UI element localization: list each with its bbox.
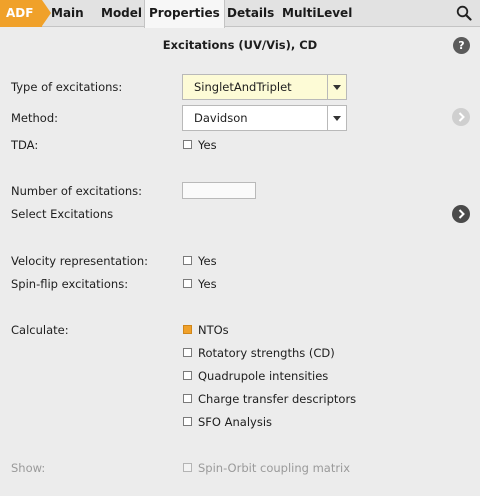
tda-label: TDA: — [11, 138, 39, 152]
type-of-excitations-label: Type of excitations: — [11, 80, 123, 94]
sfo-analysis-checkbox[interactable] — [183, 417, 192, 426]
calculate-label: Calculate: — [11, 323, 69, 337]
method-value: Davidson — [194, 111, 248, 125]
velocity-option-label: Yes — [198, 254, 217, 268]
spin-flip-label: Spin-flip excitations: — [11, 277, 129, 291]
number-of-excitations-label: Number of excitations: — [11, 184, 143, 198]
spin-flip-checkbox[interactable] — [183, 279, 192, 288]
tab-adf[interactable]: ADF — [0, 0, 51, 27]
select-excitations-chevron-right-icon[interactable] — [452, 205, 470, 223]
tab-model[interactable]: Model — [101, 0, 142, 27]
method-select[interactable]: Davidson — [182, 105, 347, 131]
type-of-excitations-value: SingletAndTriplet — [194, 80, 292, 94]
chevron-down-icon[interactable] — [327, 106, 346, 130]
charge-transfer-descriptors-checkbox[interactable] — [183, 394, 192, 403]
number-of-excitations-input[interactable] — [182, 182, 256, 199]
help-icon[interactable]: ? — [453, 37, 470, 54]
velocity-representation-label: Velocity representation: — [11, 254, 148, 268]
spin-orbit-coupling-checkbox — [183, 463, 192, 472]
spin-flip-option-label: Yes — [198, 277, 217, 291]
quadrupole-intensities-label: Quadrupole intensities — [198, 369, 329, 383]
show-label: Show: — [11, 461, 46, 475]
select-excitations-label[interactable]: Select Excitations — [11, 207, 113, 221]
tab-multilevel[interactable]: MultiLevel — [282, 0, 352, 27]
spin-orbit-coupling-label: Spin-Orbit coupling matrix — [198, 461, 351, 475]
tda-option-label: Yes — [198, 138, 217, 152]
method-label: Method: — [11, 111, 59, 125]
velocity-representation-checkbox[interactable] — [183, 256, 192, 265]
search-icon[interactable] — [456, 5, 472, 21]
tab-properties[interactable]: Properties — [144, 0, 225, 28]
tab-main[interactable]: Main — [51, 0, 84, 27]
ntos-checkbox[interactable] — [183, 325, 192, 334]
rotatory-strengths-label: Rotatory strengths (CD) — [198, 346, 335, 360]
sfo-analysis-label: SFO Analysis — [198, 415, 273, 429]
charge-transfer-descriptors-label: Charge transfer descriptors — [198, 392, 357, 406]
page-title: Excitations (UV/Vis), CD — [162, 38, 318, 52]
tab-bar: ADF Main Model Properties Details MultiL… — [0, 0, 480, 28]
tda-checkbox[interactable] — [183, 140, 192, 149]
tab-details[interactable]: Details — [227, 0, 274, 27]
method-details-chevron-right-icon[interactable] — [452, 108, 470, 126]
rotatory-strengths-checkbox[interactable] — [183, 348, 192, 357]
type-of-excitations-select[interactable]: SingletAndTriplet — [182, 74, 347, 100]
ntos-option-label: NTOs — [198, 323, 229, 337]
quadrupole-intensities-checkbox[interactable] — [183, 371, 192, 380]
chevron-down-icon[interactable] — [327, 75, 346, 99]
